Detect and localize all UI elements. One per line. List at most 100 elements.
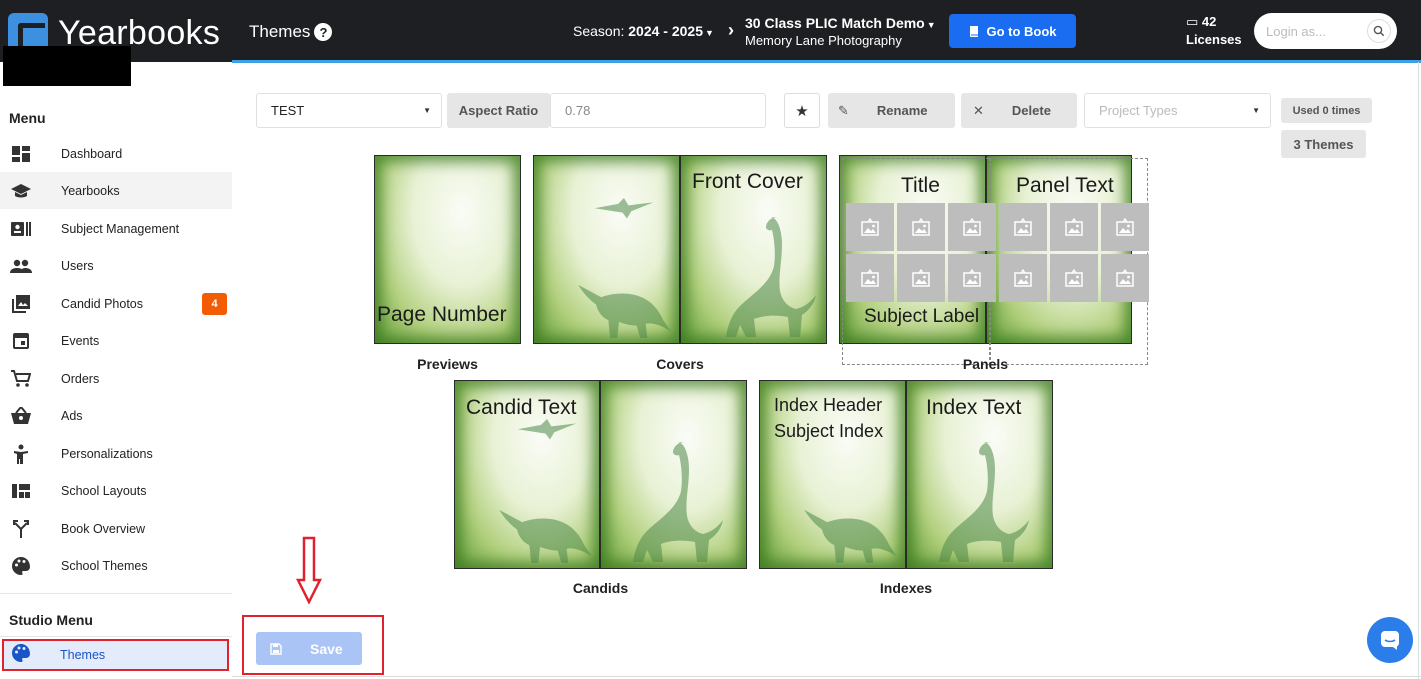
- season-selector[interactable]: Season: 2024 - 2025 ▼: [573, 23, 714, 39]
- aspect-ratio-input[interactable]: 0.78: [550, 93, 766, 128]
- menu-heading: Menu: [9, 110, 46, 126]
- favorite-button[interactable]: ★: [784, 93, 820, 128]
- sidebar-item-label: Personalizations: [61, 446, 153, 461]
- go-to-book-label: Go to Book: [986, 23, 1057, 39]
- index-header-label: Index Header: [774, 395, 883, 415]
- sidebar-item-themes[interactable]: Themes: [2, 639, 229, 671]
- page-title: Themes ?: [249, 22, 333, 42]
- pterodactyl-art: [594, 198, 654, 220]
- index-left-page[interactable]: Index Header Subject Index: [759, 380, 906, 569]
- candid-right-page[interactable]: [600, 380, 747, 569]
- rename-button[interactable]: ✎ Rename: [828, 93, 955, 128]
- candids-caption: Candids: [572, 580, 629, 596]
- sidebar-item-label: Book Overview: [61, 521, 146, 536]
- login-as-field[interactable]: [1254, 13, 1397, 49]
- sidebar-item-book-overview[interactable]: Book Overview: [0, 510, 232, 547]
- photo-placeholder: [999, 203, 1047, 251]
- save-label: Save: [310, 640, 343, 657]
- image-icon: [1116, 218, 1134, 236]
- login-as-input[interactable]: [1266, 23, 1362, 39]
- palette-icon: [12, 643, 30, 667]
- dinosaur-art: [564, 276, 674, 338]
- subject-label: Subject Label: [864, 306, 980, 327]
- dinosaur-art: [929, 441, 1029, 563]
- pterodactyl-art: [517, 419, 577, 441]
- sidebar-item-label: School Themes: [61, 558, 148, 573]
- search-icon[interactable]: [1367, 19, 1391, 43]
- aspect-ratio-label: Aspect Ratio: [447, 93, 550, 128]
- photo-placeholder: [948, 203, 996, 251]
- delete-button[interactable]: ✕ Delete: [961, 93, 1077, 128]
- sidebar-item-events[interactable]: Events: [0, 322, 232, 359]
- photo-placeholder: [846, 254, 894, 302]
- delete-label: Delete: [1011, 103, 1051, 118]
- sidebar-item-ads[interactable]: Ads: [0, 397, 232, 434]
- subject-index-label: Subject Index: [774, 421, 884, 441]
- chevron-down-icon: ▼: [926, 20, 936, 30]
- sidebar-item-orders[interactable]: Orders: [0, 360, 232, 397]
- sidebar-item-label: Themes: [60, 648, 106, 662]
- page-title-text: Themes: [249, 22, 311, 41]
- photo-placeholder: [999, 254, 1047, 302]
- theme-select[interactable]: TEST ▼: [256, 93, 442, 128]
- chat-support-button[interactable]: [1367, 617, 1413, 663]
- sidebar-item-dashboard[interactable]: Dashboard: [0, 135, 232, 172]
- sidebar-item-label: Dashboard: [61, 146, 123, 161]
- chevron-right-icon: ›: [728, 20, 734, 40]
- rename-label: Rename: [876, 103, 928, 118]
- sidebar-item-users[interactable]: Users: [0, 247, 232, 284]
- season-label: Season:: [573, 23, 625, 39]
- caret-down-icon: ▼: [1252, 106, 1260, 115]
- photo-placeholder: [846, 203, 894, 251]
- sidebar-item-label: School Layouts: [61, 483, 147, 498]
- sidebar-item-label: Yearbooks: [61, 183, 120, 198]
- preview-page[interactable]: Page Number: [374, 155, 521, 344]
- licenses-indicator: ▭ 42 Licenses: [1186, 13, 1242, 49]
- content-bottom-edge: [232, 676, 1421, 677]
- index-right-page[interactable]: Index Text: [906, 380, 1053, 569]
- go-to-book-button[interactable]: Go to Book: [949, 14, 1076, 48]
- image-icon: [912, 269, 930, 287]
- sidebar-item-personalizations[interactable]: Personalizations: [0, 435, 232, 472]
- floppy-disk-icon: [270, 642, 282, 655]
- image-icon: [912, 218, 930, 236]
- dinosaur-art: [716, 216, 816, 338]
- sidebar-divider: [0, 593, 232, 594]
- content-right-edge: [1418, 62, 1419, 679]
- image-icon: [963, 269, 981, 287]
- dashboard-icon: [10, 143, 32, 165]
- sidebar-item-label: Orders: [61, 371, 100, 386]
- sidebar-item-candid-photos[interactable]: Candid Photos 4: [0, 285, 232, 322]
- notification-badge: 4: [202, 292, 227, 315]
- cover-back-page[interactable]: [533, 155, 680, 344]
- used-times-badge: Used 0 times: [1281, 98, 1372, 123]
- candid-left-page[interactable]: Candid Text: [454, 380, 600, 569]
- chevron-down-icon: ▼: [705, 28, 714, 38]
- season-value: 2024 - 2025: [628, 23, 703, 39]
- project-types-select[interactable]: Project Types ▼: [1084, 93, 1271, 128]
- sidebar-item-yearbooks[interactable]: Yearbooks: [0, 172, 232, 209]
- sidebar-item-school-layouts[interactable]: School Layouts: [0, 472, 232, 509]
- header-accent-line: [232, 60, 1421, 63]
- sidebar-item-school-themes[interactable]: School Themes: [0, 547, 232, 584]
- sidebar-item-subject-management[interactable]: Subject Management: [0, 210, 232, 247]
- previews-caption: Previews: [417, 356, 478, 372]
- dinosaur-art: [790, 501, 900, 563]
- save-button[interactable]: Save: [256, 632, 362, 665]
- calendar-icon: [10, 330, 32, 352]
- dinosaur-art: [485, 501, 595, 563]
- project-selector[interactable]: 30 Class PLIC Match Demo ▼ Memory Lane Ph…: [745, 15, 936, 48]
- image-icon: [1014, 269, 1032, 287]
- licenses-label: Licenses: [1186, 32, 1242, 47]
- studio-menu-heading: Studio Menu: [9, 612, 93, 628]
- photo-placeholder: [1101, 254, 1149, 302]
- photo-placeholder: [897, 203, 945, 251]
- page-number-label: Page Number: [377, 303, 507, 326]
- theme-select-value: TEST: [271, 103, 305, 118]
- image-icon: [963, 218, 981, 236]
- photo-placeholder: [1101, 203, 1149, 251]
- caret-down-icon: ▼: [423, 106, 431, 115]
- candid-text-label: Candid Text: [466, 396, 577, 419]
- cover-front-page[interactable]: Front Cover: [680, 155, 827, 344]
- help-icon[interactable]: ?: [314, 23, 333, 41]
